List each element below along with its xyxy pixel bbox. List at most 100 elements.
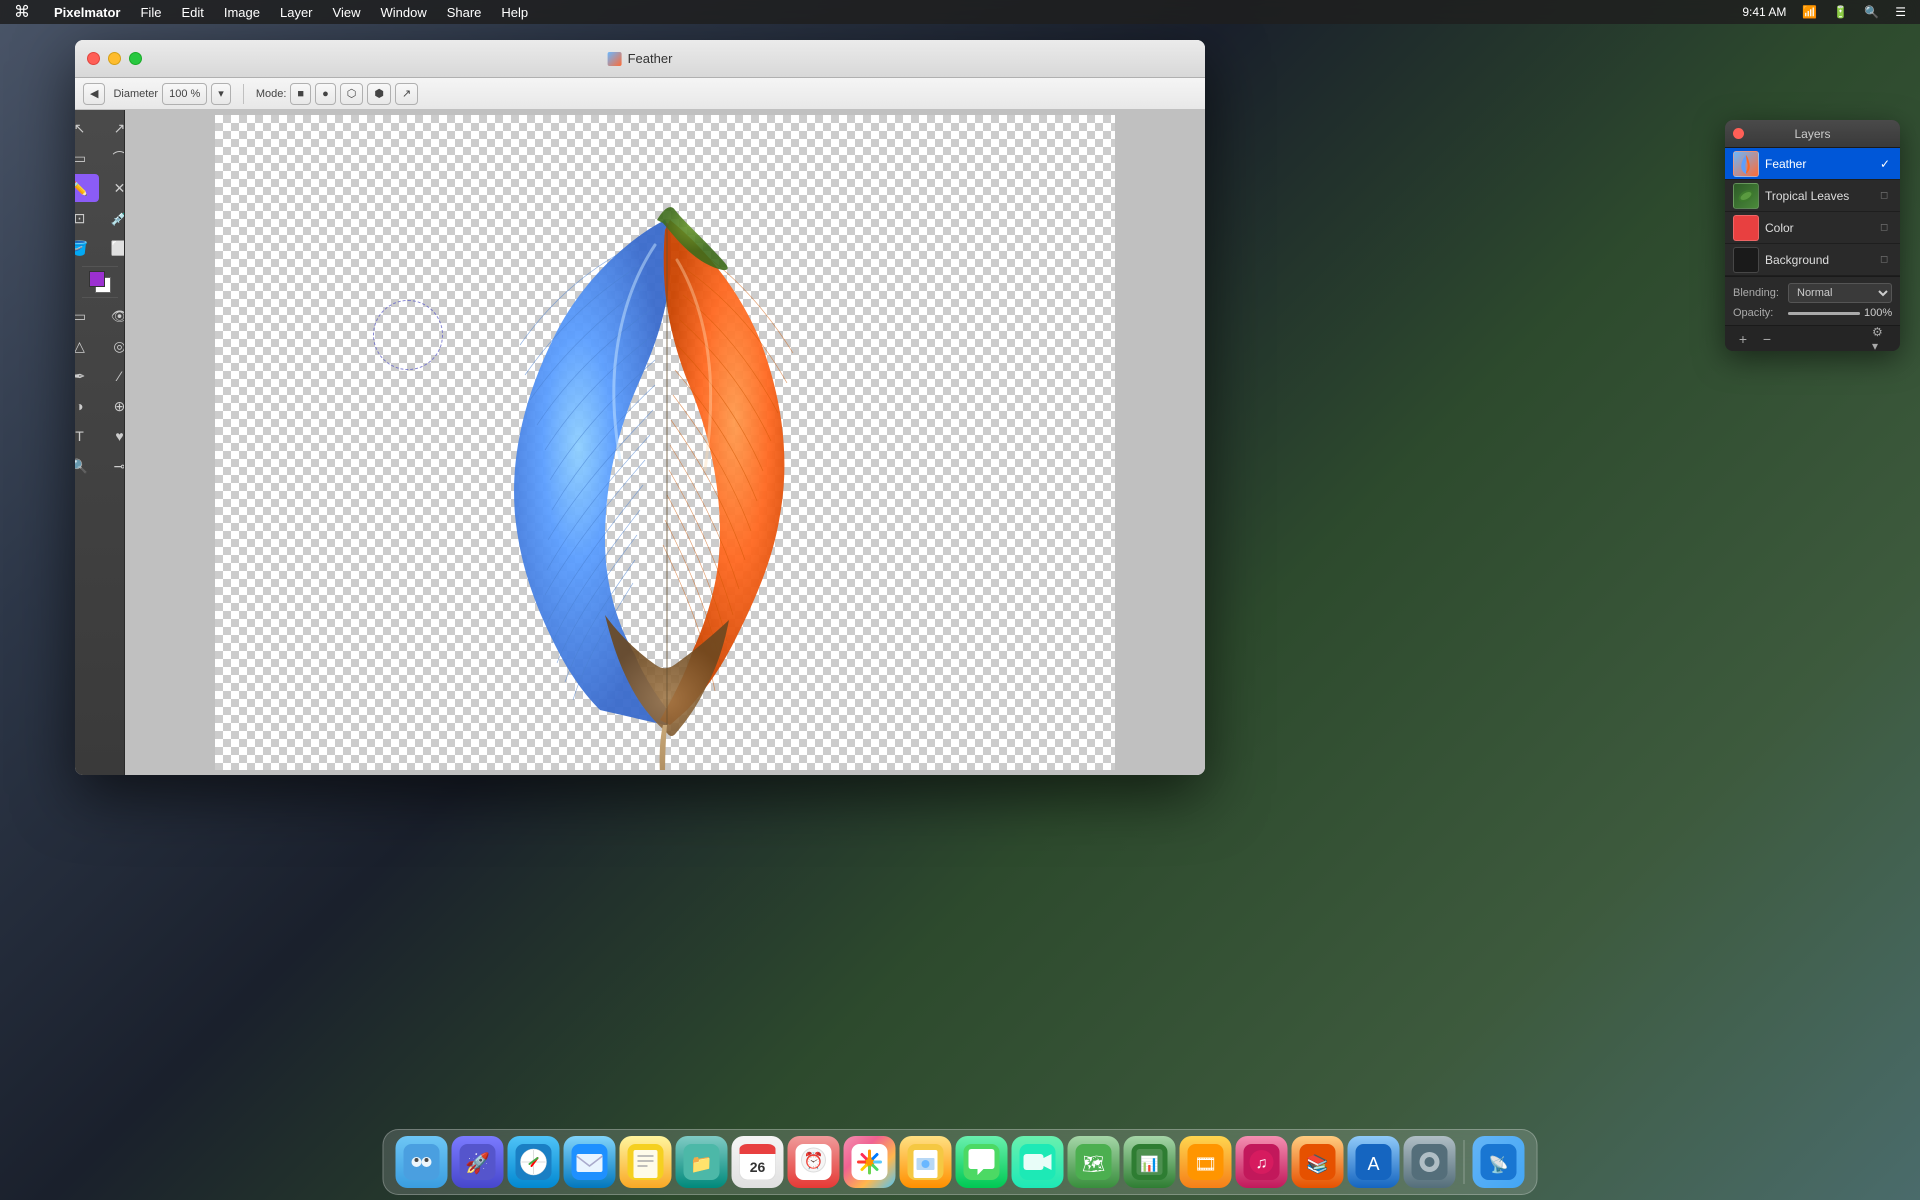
dock-files[interactable]: 📁: [676, 1136, 728, 1188]
tool-separator-2: [82, 297, 118, 298]
layer-background[interactable]: Background ◻: [1725, 244, 1900, 276]
zoom-dropdown[interactable]: ▾: [211, 83, 231, 105]
layer-color[interactable]: Color ◻: [1725, 212, 1900, 244]
menubar-view[interactable]: View: [323, 0, 371, 24]
canvas-area[interactable]: [125, 110, 1205, 775]
mode-circle[interactable]: ●: [315, 83, 336, 105]
menubar-file[interactable]: File: [130, 0, 171, 24]
tool-stamp[interactable]: ⊕: [101, 392, 126, 420]
tool-dropper[interactable]: 💉: [101, 204, 126, 232]
layer-tropical-leaves[interactable]: Tropical Leaves ◻: [1725, 180, 1900, 212]
apple-menu[interactable]: ⌘: [0, 0, 44, 24]
dock: 🚀 📁: [383, 1129, 1538, 1195]
layer-visibility-tropical[interactable]: ◻: [1880, 190, 1892, 202]
menubar-app-name[interactable]: Pixelmator: [44, 0, 130, 24]
svg-text:⏰: ⏰: [804, 1151, 824, 1170]
remove-layer-button[interactable]: −: [1757, 330, 1777, 348]
toolbar-nav: ◀: [83, 83, 105, 105]
menubar-share[interactable]: Share: [437, 0, 492, 24]
menubar-edit[interactable]: Edit: [171, 0, 213, 24]
tool-row-2: ▭ ⌒: [75, 144, 125, 172]
tool-move[interactable]: ↖: [75, 114, 99, 142]
dock-airdrop[interactable]: 📡: [1473, 1136, 1525, 1188]
layer-visibility-color[interactable]: ◻: [1880, 222, 1892, 234]
dock-notes[interactable]: [620, 1136, 672, 1188]
color-indicator[interactable]: [89, 271, 111, 293]
control-center-icon[interactable]: ☰: [1889, 5, 1912, 19]
tool-paint-bucket[interactable]: 🪣: [75, 234, 99, 262]
tool-separator-1: [82, 266, 118, 267]
blending-select[interactable]: Normal Multiply Screen Overlay: [1788, 283, 1892, 303]
canvas[interactable]: [215, 115, 1115, 770]
fg-color-box[interactable]: [89, 271, 105, 287]
menubar-help[interactable]: Help: [491, 0, 538, 24]
tool-brush[interactable]: ✏️: [75, 174, 99, 202]
tool-rect-select[interactable]: ▭: [75, 144, 99, 172]
blending-label: Blending:: [1733, 287, 1788, 299]
minimize-button[interactable]: [108, 52, 121, 65]
tool-row-more: △ ◎: [75, 332, 125, 360]
tool-sharpen[interactable]: △: [75, 332, 99, 360]
opacity-slider[interactable]: [1788, 312, 1860, 315]
tool-eyedrop2[interactable]: ⊸: [101, 452, 126, 480]
tool-crop[interactable]: ⊡: [75, 204, 99, 232]
layer-visibility-background[interactable]: ◻: [1880, 254, 1892, 266]
battery-icon: 🔋: [1827, 5, 1854, 19]
back-button[interactable]: ◀: [83, 83, 105, 105]
close-button[interactable]: [87, 52, 100, 65]
tool-gradient[interactable]: ⬜: [101, 234, 126, 262]
tool-line[interactable]: ⁄: [101, 362, 126, 390]
dock-books[interactable]: 📚: [1292, 1136, 1344, 1188]
tool-dodge[interactable]: ◑: [75, 392, 99, 420]
tool-select-arrow[interactable]: ↗: [101, 114, 126, 142]
dock-reminders[interactable]: ⏰: [788, 1136, 840, 1188]
layers-close-button[interactable]: [1733, 128, 1744, 139]
tool-heart[interactable]: ♥: [101, 422, 126, 450]
svg-text:📁: 📁: [690, 1154, 712, 1174]
tool-text[interactable]: T: [75, 422, 99, 450]
dock-keynote[interactable]: 🎞: [1180, 1136, 1232, 1188]
svg-text:📡: 📡: [1489, 1154, 1509, 1174]
dock-system-preferences[interactable]: [1404, 1136, 1456, 1188]
layers-header: Layers: [1725, 120, 1900, 148]
dock-finder[interactable]: [396, 1136, 448, 1188]
tool-row-brush: ✏️ ✕: [75, 174, 125, 202]
search-icon[interactable]: 🔍: [1858, 5, 1885, 19]
layer-feather[interactable]: Feather ✓: [1725, 148, 1900, 180]
dock-safari[interactable]: [508, 1136, 560, 1188]
tool-lasso[interactable]: ⌒: [101, 144, 126, 172]
menubar-layer[interactable]: Layer: [270, 0, 323, 24]
maximize-button[interactable]: [129, 52, 142, 65]
mode-option3[interactable]: ↗: [395, 83, 418, 105]
dock-music[interactable]: ♫: [1236, 1136, 1288, 1188]
tool-zoom[interactable]: 🔍: [75, 452, 99, 480]
add-layer-button[interactable]: +: [1733, 330, 1753, 348]
layers-settings-button[interactable]: ⚙ ▾: [1872, 330, 1892, 348]
title-bar: Feather: [75, 40, 1205, 78]
tool-blur[interactable]: ◎: [101, 332, 126, 360]
tool-eraser[interactable]: ✕: [101, 174, 126, 202]
dock-messages[interactable]: [956, 1136, 1008, 1188]
zoom-value[interactable]: 100 %: [162, 83, 207, 105]
tool-eye[interactable]: 👁: [101, 302, 126, 330]
menubar-left: ⌘ Pixelmator File Edit Image Layer View …: [0, 0, 538, 24]
dock-maps[interactable]: 🗺: [1068, 1136, 1120, 1188]
dock-mail[interactable]: [564, 1136, 616, 1188]
menubar-window[interactable]: Window: [370, 0, 436, 24]
tool-pen[interactable]: ✒: [75, 362, 99, 390]
mode-option1[interactable]: ⬡: [340, 83, 364, 105]
dock-facetime[interactable]: [1012, 1136, 1064, 1188]
dock-calendar[interactable]: 26: [732, 1136, 784, 1188]
mode-square[interactable]: ■: [290, 83, 311, 105]
opacity-row: Opacity: 100%: [1733, 307, 1892, 319]
layer-thumb-color: [1733, 215, 1759, 241]
dock-launchpad[interactable]: 🚀: [452, 1136, 504, 1188]
mode-option2[interactable]: ⬢: [367, 83, 391, 105]
dock-photos[interactable]: [844, 1136, 896, 1188]
dock-appstore[interactable]: A: [1348, 1136, 1400, 1188]
layer-thumb-tropical: [1733, 183, 1759, 209]
dock-preview[interactable]: [900, 1136, 952, 1188]
dock-numbers[interactable]: 📊: [1124, 1136, 1176, 1188]
tool-rect-shape[interactable]: ▭: [75, 302, 99, 330]
menubar-image[interactable]: Image: [214, 0, 270, 24]
